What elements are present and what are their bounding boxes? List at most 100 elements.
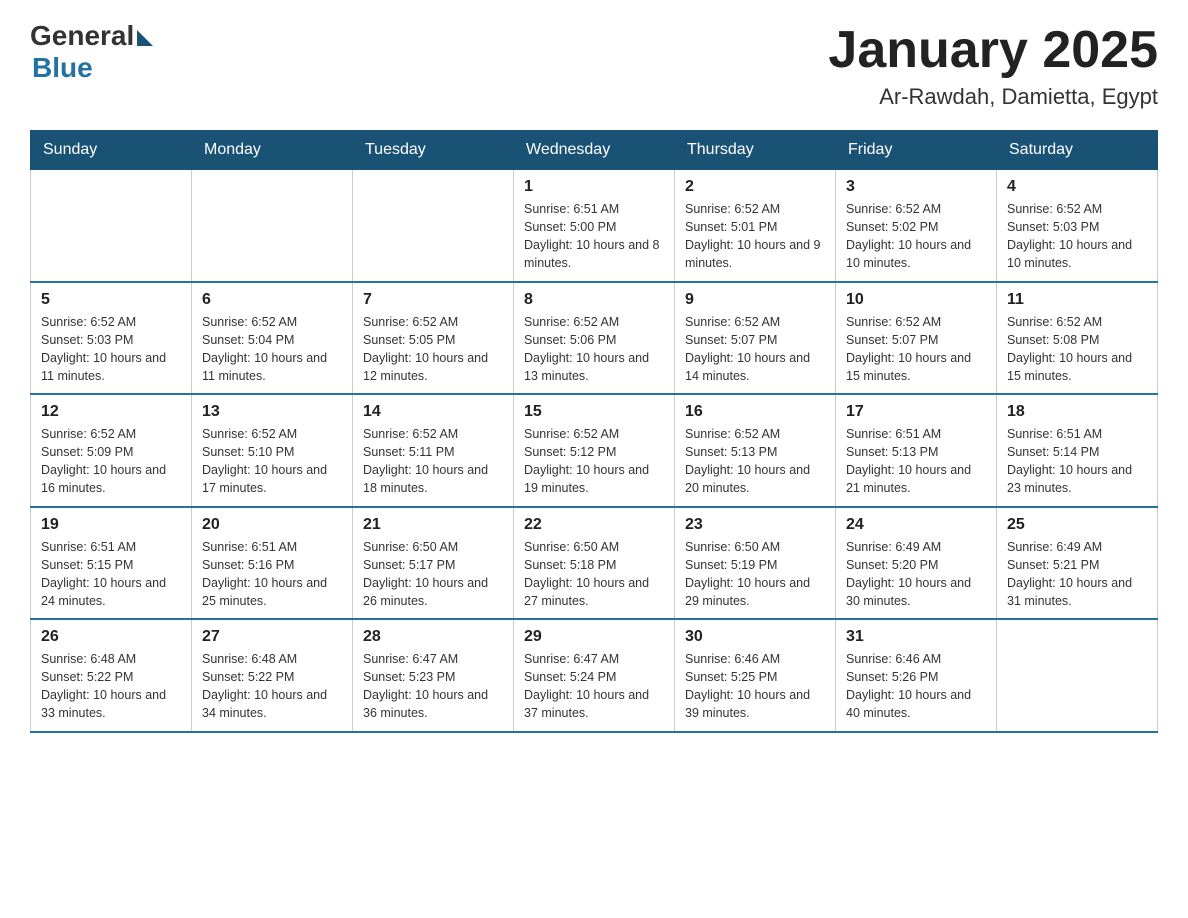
day-info: Sunrise: 6:48 AM Sunset: 5:22 PM Dayligh… <box>41 650 181 723</box>
day-number: 26 <box>41 628 181 646</box>
calendar-cell: 21 Sunrise: 6:50 AM Sunset: 5:17 PM Dayli… <box>353 507 514 620</box>
day-info: Sunrise: 6:47 AM Sunset: 5:24 PM Dayligh… <box>524 650 664 723</box>
calendar-week-3: 12 Sunrise: 6:52 AM Sunset: 5:09 PM Dayli… <box>31 394 1158 507</box>
calendar-cell: 18 Sunrise: 6:51 AM Sunset: 5:14 PM Dayli… <box>997 394 1158 507</box>
calendar-cell: 25 Sunrise: 6:49 AM Sunset: 5:21 PM Dayli… <box>997 507 1158 620</box>
day-number: 6 <box>202 291 342 309</box>
day-number: 18 <box>1007 403 1147 421</box>
day-header-friday: Friday <box>836 131 997 170</box>
logo: General Blue <box>30 20 153 84</box>
calendar-cell: 24 Sunrise: 6:49 AM Sunset: 5:20 PM Dayli… <box>836 507 997 620</box>
day-info: Sunrise: 6:52 AM Sunset: 5:13 PM Dayligh… <box>685 425 825 498</box>
day-header-wednesday: Wednesday <box>514 131 675 170</box>
day-info: Sunrise: 6:50 AM Sunset: 5:17 PM Dayligh… <box>363 538 503 611</box>
day-info: Sunrise: 6:52 AM Sunset: 5:11 PM Dayligh… <box>363 425 503 498</box>
day-number: 2 <box>685 178 825 196</box>
day-info: Sunrise: 6:52 AM Sunset: 5:06 PM Dayligh… <box>524 313 664 386</box>
calendar-body: 1Sunrise: 6:51 AM Sunset: 5:00 PM Daylig… <box>31 170 1158 732</box>
calendar-cell: 8 Sunrise: 6:52 AM Sunset: 5:06 PM Daylig… <box>514 282 675 395</box>
day-number: 25 <box>1007 516 1147 534</box>
day-number: 23 <box>685 516 825 534</box>
calendar-cell: 5Sunrise: 6:52 AM Sunset: 5:03 PM Daylig… <box>31 282 192 395</box>
day-info: Sunrise: 6:49 AM Sunset: 5:21 PM Dayligh… <box>1007 538 1147 611</box>
title-area: January 2025 Ar-Rawdah, Damietta, Egypt <box>828 20 1158 110</box>
calendar-week-5: 26 Sunrise: 6:48 AM Sunset: 5:22 PM Dayli… <box>31 619 1158 732</box>
day-info: Sunrise: 6:52 AM Sunset: 5:07 PM Dayligh… <box>846 313 986 386</box>
day-header-thursday: Thursday <box>675 131 836 170</box>
calendar-table: SundayMondayTuesdayWednesdayThursdayFrid… <box>30 130 1158 733</box>
calendar-header: SundayMondayTuesdayWednesdayThursdayFrid… <box>31 131 1158 170</box>
calendar-cell: 27Sunrise: 6:48 AM Sunset: 5:22 PM Dayli… <box>192 619 353 732</box>
day-info: Sunrise: 6:50 AM Sunset: 5:18 PM Dayligh… <box>524 538 664 611</box>
day-number: 29 <box>524 628 664 646</box>
day-number: 5 <box>41 291 181 309</box>
calendar-cell: 29 Sunrise: 6:47 AM Sunset: 5:24 PM Dayli… <box>514 619 675 732</box>
day-header-monday: Monday <box>192 131 353 170</box>
day-info: Sunrise: 6:48 AM Sunset: 5:22 PM Dayligh… <box>202 650 342 723</box>
day-number: 21 <box>363 516 503 534</box>
day-header-sunday: Sunday <box>31 131 192 170</box>
calendar-cell <box>31 170 192 282</box>
day-info: Sunrise: 6:49 AM Sunset: 5:20 PM Dayligh… <box>846 538 986 611</box>
day-number: 13 <box>202 403 342 421</box>
day-number: 10 <box>846 291 986 309</box>
calendar-cell: 7 Sunrise: 6:52 AM Sunset: 5:05 PM Daylig… <box>353 282 514 395</box>
day-info: Sunrise: 6:51 AM Sunset: 5:13 PM Dayligh… <box>846 425 986 498</box>
day-number: 12 <box>41 403 181 421</box>
calendar-week-1: 1Sunrise: 6:51 AM Sunset: 5:00 PM Daylig… <box>31 170 1158 282</box>
day-number: 22 <box>524 516 664 534</box>
day-info: Sunrise: 6:50 AM Sunset: 5:19 PM Dayligh… <box>685 538 825 611</box>
calendar-cell <box>192 170 353 282</box>
calendar-cell: 17 Sunrise: 6:51 AM Sunset: 5:13 PM Dayli… <box>836 394 997 507</box>
calendar-cell: 3 Sunrise: 6:52 AM Sunset: 5:02 PM Daylig… <box>836 170 997 282</box>
calendar-cell: 10 Sunrise: 6:52 AM Sunset: 5:07 PM Dayli… <box>836 282 997 395</box>
day-number: 4 <box>1007 178 1147 196</box>
calendar-cell: 22 Sunrise: 6:50 AM Sunset: 5:18 PM Dayli… <box>514 507 675 620</box>
day-header-tuesday: Tuesday <box>353 131 514 170</box>
day-info: Sunrise: 6:52 AM Sunset: 5:12 PM Dayligh… <box>524 425 664 498</box>
calendar-cell: 28Sunrise: 6:47 AM Sunset: 5:23 PM Dayli… <box>353 619 514 732</box>
day-info: Sunrise: 6:52 AM Sunset: 5:07 PM Dayligh… <box>685 313 825 386</box>
calendar-cell: 4 Sunrise: 6:52 AM Sunset: 5:03 PM Daylig… <box>997 170 1158 282</box>
day-number: 17 <box>846 403 986 421</box>
page-header: General Blue January 2025 Ar-Rawdah, Dam… <box>30 20 1158 110</box>
day-info: Sunrise: 6:52 AM Sunset: 5:02 PM Dayligh… <box>846 200 986 273</box>
day-number: 3 <box>846 178 986 196</box>
day-number: 9 <box>685 291 825 309</box>
day-number: 24 <box>846 516 986 534</box>
calendar-cell: 26 Sunrise: 6:48 AM Sunset: 5:22 PM Dayli… <box>31 619 192 732</box>
day-info: Sunrise: 6:52 AM Sunset: 5:01 PM Dayligh… <box>685 200 825 273</box>
day-number: 28 <box>363 628 503 646</box>
logo-blue-text: Blue <box>32 52 93 84</box>
day-info: Sunrise: 6:51 AM Sunset: 5:14 PM Dayligh… <box>1007 425 1147 498</box>
calendar-cell: 13 Sunrise: 6:52 AM Sunset: 5:10 PM Dayli… <box>192 394 353 507</box>
calendar-cell: 31Sunrise: 6:46 AM Sunset: 5:26 PM Dayli… <box>836 619 997 732</box>
main-title: January 2025 <box>828 20 1158 80</box>
calendar-cell: 1Sunrise: 6:51 AM Sunset: 5:00 PM Daylig… <box>514 170 675 282</box>
day-header-saturday: Saturday <box>997 131 1158 170</box>
days-header-row: SundayMondayTuesdayWednesdayThursdayFrid… <box>31 131 1158 170</box>
day-number: 11 <box>1007 291 1147 309</box>
day-info: Sunrise: 6:51 AM Sunset: 5:15 PM Dayligh… <box>41 538 181 611</box>
day-number: 8 <box>524 291 664 309</box>
day-info: Sunrise: 6:52 AM Sunset: 5:09 PM Dayligh… <box>41 425 181 498</box>
calendar-cell: 19Sunrise: 6:51 AM Sunset: 5:15 PM Dayli… <box>31 507 192 620</box>
day-info: Sunrise: 6:52 AM Sunset: 5:05 PM Dayligh… <box>363 313 503 386</box>
day-info: Sunrise: 6:46 AM Sunset: 5:25 PM Dayligh… <box>685 650 825 723</box>
day-info: Sunrise: 6:52 AM Sunset: 5:03 PM Dayligh… <box>1007 200 1147 273</box>
day-number: 15 <box>524 403 664 421</box>
logo-triangle-icon <box>137 30 153 46</box>
calendar-cell: 9 Sunrise: 6:52 AM Sunset: 5:07 PM Daylig… <box>675 282 836 395</box>
logo-general-text: General <box>30 20 134 52</box>
location-subtitle: Ar-Rawdah, Damietta, Egypt <box>828 84 1158 110</box>
calendar-cell <box>997 619 1158 732</box>
day-info: Sunrise: 6:52 AM Sunset: 5:08 PM Dayligh… <box>1007 313 1147 386</box>
day-info: Sunrise: 6:52 AM Sunset: 5:10 PM Dayligh… <box>202 425 342 498</box>
day-number: 7 <box>363 291 503 309</box>
calendar-week-4: 19Sunrise: 6:51 AM Sunset: 5:15 PM Dayli… <box>31 507 1158 620</box>
day-info: Sunrise: 6:52 AM Sunset: 5:04 PM Dayligh… <box>202 313 342 386</box>
day-info: Sunrise: 6:51 AM Sunset: 5:00 PM Dayligh… <box>524 200 664 273</box>
calendar-cell: 6 Sunrise: 6:52 AM Sunset: 5:04 PM Daylig… <box>192 282 353 395</box>
calendar-cell: 2 Sunrise: 6:52 AM Sunset: 5:01 PM Daylig… <box>675 170 836 282</box>
day-info: Sunrise: 6:51 AM Sunset: 5:16 PM Dayligh… <box>202 538 342 611</box>
